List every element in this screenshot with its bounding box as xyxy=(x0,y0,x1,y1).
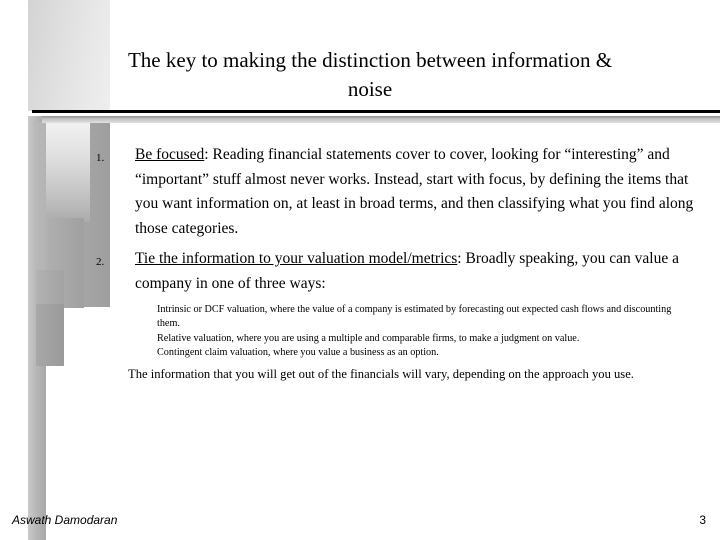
title-divider xyxy=(32,110,720,113)
sub-list-item: Relative valuation, where you are using … xyxy=(157,332,580,344)
list-item-body: : Reading financial statements cover to … xyxy=(135,146,694,237)
list-item-lead: Tie the information to your valuation mo… xyxy=(135,250,458,268)
sub-list-item: Contingent claim valuation, where you va… xyxy=(157,347,439,359)
slide-body: 1. Be focused: Reading financial stateme… xyxy=(0,143,720,384)
closing-paragraph: The information that you will get out of… xyxy=(128,366,634,381)
list-item: 2. Tie the information to your valuation… xyxy=(0,247,720,296)
list-marker: 2. xyxy=(96,256,105,269)
footer-author: Aswath Damodaran xyxy=(12,513,118,527)
sub-list: Intrinsic or DCF valuation, where the va… xyxy=(0,303,720,361)
title-divider-shadow xyxy=(42,116,720,123)
footer-page-number: 3 xyxy=(699,513,706,527)
list-marker: 1. xyxy=(96,152,105,164)
sub-list-item: Intrinsic or DCF valuation, where the va… xyxy=(157,303,672,330)
list-item: 1. Be focused: Reading financial stateme… xyxy=(0,143,720,241)
list-item-lead: Be focused xyxy=(135,146,205,163)
page-title: The key to making the distinction betwee… xyxy=(127,48,613,101)
